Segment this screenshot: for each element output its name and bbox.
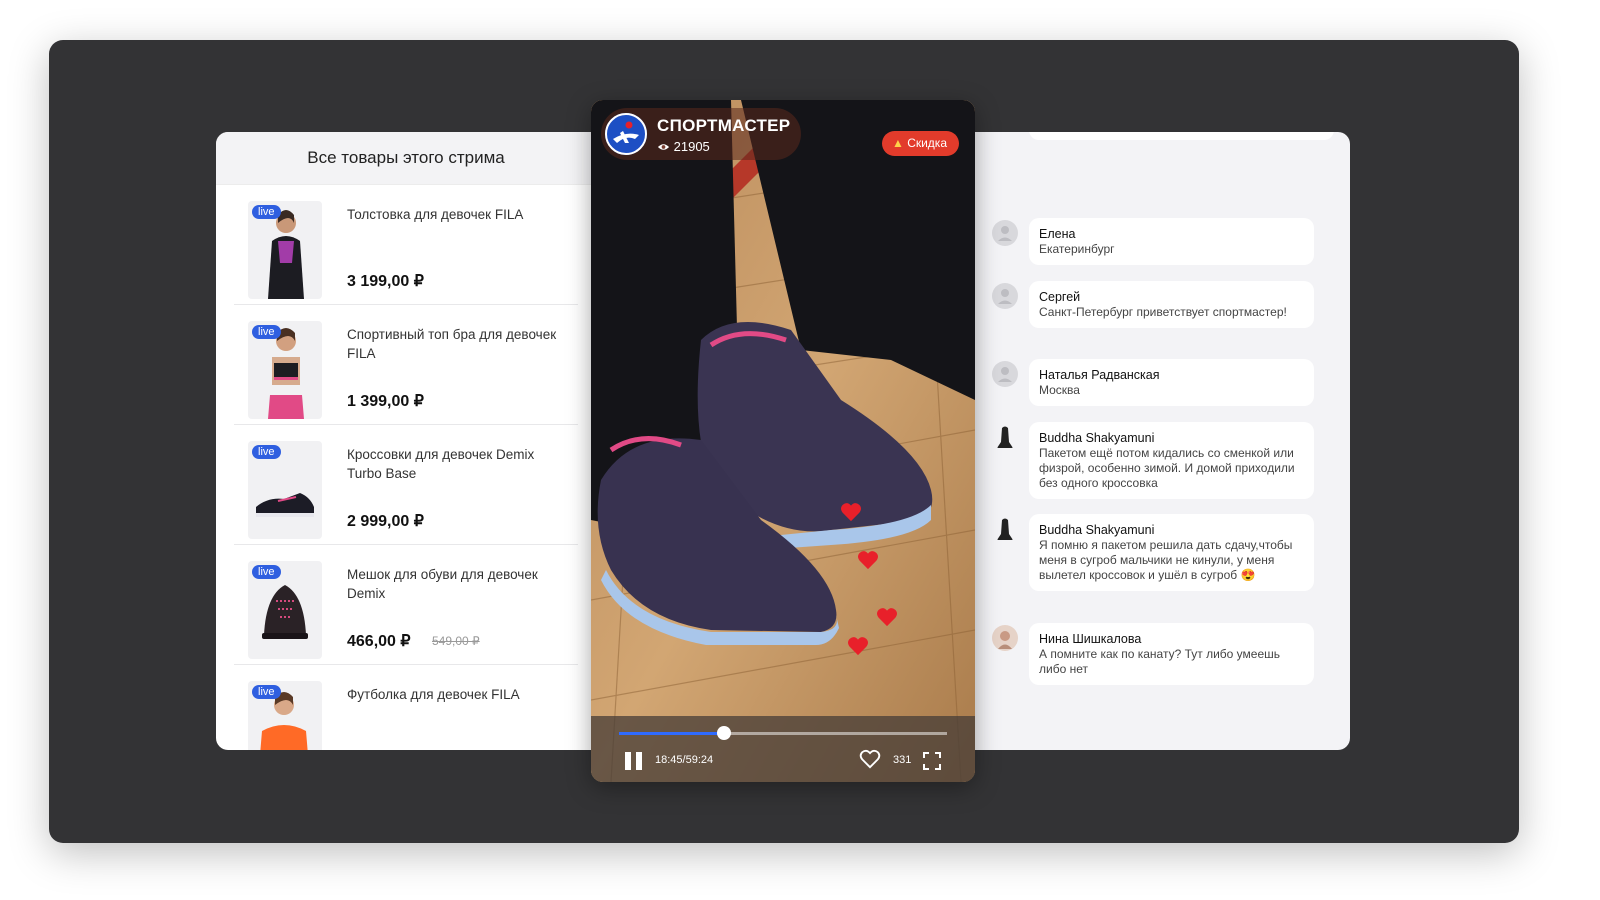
brand-logo-icon [605,113,647,155]
chat-text: Екатеринбург [1039,242,1115,256]
chat-author: Buddha Shakyamuni [1039,523,1155,537]
progress-fill [619,732,724,735]
products-header: Все товары этого стрима [216,132,596,185]
product-name[interactable]: Мешок для обуви для девочек Demix [347,565,557,603]
live-badge: live [252,325,281,339]
placeholder-avatar-icon [992,361,1018,387]
progress-knob[interactable] [716,726,731,740]
product-item[interactable]: live Толстовка для девочек FILA 3 199,00… [234,185,578,305]
chat-text: Москва [1039,383,1080,397]
live-badge: live [252,565,281,579]
like-button[interactable] [859,749,881,774]
video-player[interactable]: СПОРТМАСТЕР 21905 ▲ Скидка 18:45/59:24 3… [591,100,975,782]
chat-author: Нина Шишкалова [1039,632,1142,646]
viewer-count: 21905 [657,139,710,154]
player-controls: 18:45/59:24 331 [591,716,975,782]
chat-author: Наталья Радванская [1039,368,1160,382]
chat-text: Пакетом ещё потом кидались со сменкой ил… [1039,446,1295,490]
chat-author: Елена [1039,227,1076,241]
product-name[interactable]: Толстовка для девочек FILA [347,205,557,224]
statue-avatar-icon [992,424,1018,450]
pause-icon [625,752,631,770]
like-count: 331 [893,754,912,766]
fire-icon: ▲ [891,136,904,150]
live-badge: live [252,205,281,219]
channel-name: СПОРТМАСТЕР [657,116,791,135]
product-price: 2 999,00 ₽ [347,513,424,530]
product-item[interactable]: live Мешок для обуви для девочек Demix 4… [234,545,578,665]
chat-text: Я помню я пакетом решила дать сдачу,чтоб… [1039,538,1293,582]
live-badge: live [252,685,281,699]
product-name[interactable]: Кроссовки для девочек Demix Turbo Base [347,445,557,483]
heart-icon [841,503,861,522]
sale-label: Скидка [907,136,947,150]
placeholder-avatar-icon [992,283,1018,309]
placeholder-avatar-icon [992,220,1018,246]
product-price: 3 199,00 ₽ [347,273,424,290]
chat-text: Санкт-Петербург приветствует спортмастер… [1039,305,1287,319]
product-price: 1 399,00 ₽ [347,393,424,410]
chat-author: Buddha Shakyamuni [1039,431,1155,445]
chat-author: Сергей [1039,290,1081,304]
chat-bubble: Сергей Санкт-Петербург приветствует спор… [1029,281,1314,328]
live-badge: live [252,445,281,459]
eye-icon [657,144,670,150]
fullscreen-icon [923,752,941,770]
products-panel: Все товары этого стрима live Толстовка д… [216,132,596,750]
statue-avatar-icon [992,516,1018,542]
product-item[interactable]: live Футболка для девочек FILA [234,665,578,750]
product-old-price: 549,00 ₽ [432,634,480,648]
photo-avatar-icon [992,625,1018,651]
time-display: 18:45/59:24 [655,754,714,766]
chat-bubble: Елена Екатеринбург [1029,218,1314,265]
heart-icon [848,637,868,656]
video-frame [591,100,975,782]
viewer-count-value: 21905 [673,139,710,154]
chat-bubble: Buddha Shakyamuni Я помню я пакетом реши… [1029,514,1314,591]
fullscreen-button[interactable] [923,752,941,770]
product-item[interactable]: live Кроссовки для девочек Demix Turbo B… [234,425,578,545]
heart-icon [858,551,878,570]
chat-bubble: Наталья Радванская Москва [1029,359,1314,406]
product-item[interactable]: live Спортивный топ бра для девочек FILA… [234,305,578,425]
chat-message-partial [1029,132,1334,140]
pause-button[interactable] [625,752,645,770]
chat-bubble: Нина Шишкалова А помните как по канату? … [1029,623,1314,685]
chat-panel: Елена Екатеринбург Сергей Санкт-Петербур… [970,132,1350,750]
chat-text: А помните как по канату? Тут либо умеешь… [1039,647,1281,676]
product-name[interactable]: Спортивный топ бра для девочек FILA [347,325,557,363]
pause-icon [636,752,642,770]
sale-badge[interactable]: ▲ Скидка [881,131,959,156]
heart-icon [877,608,897,627]
heart-outline-icon [859,749,881,769]
product-name[interactable]: Футболка для девочек FILA [347,685,557,704]
chat-bubble: Buddha Shakyamuni Пакетом ещё потом кида… [1029,422,1314,499]
product-price: 466,00 ₽ [347,633,411,650]
progress-bar[interactable] [619,726,947,740]
channel-chip[interactable]: СПОРТМАСТЕР 21905 [601,108,801,160]
